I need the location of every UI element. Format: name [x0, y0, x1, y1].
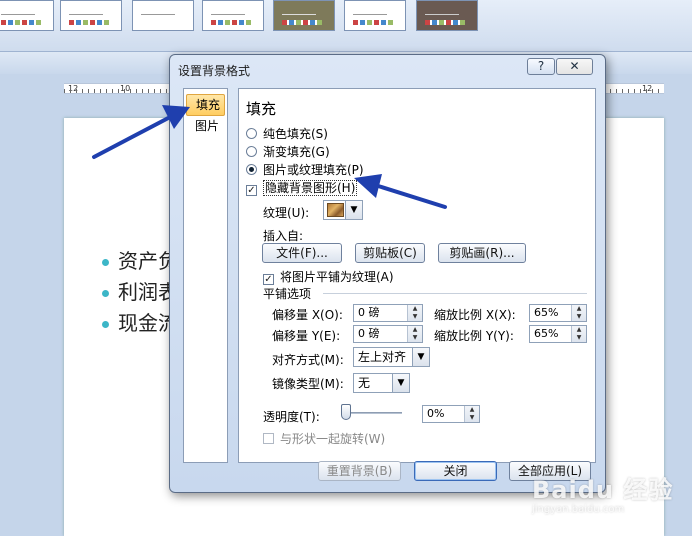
spinner-arrows-icon[interactable]: ▲ ▼ [571, 305, 586, 321]
slide-bullet: 现金流 [102, 311, 178, 335]
alignment-select[interactable]: 左上对齐 ▼ [353, 347, 430, 367]
radio-solid-fill[interactable]: 纯色填充(S) [246, 125, 328, 142]
format-background-dialog: 设置背景格式 ? ✕ 填充 图片 填充 纯色填充(S) 渐变填充(G) 图片或纹… [169, 54, 606, 493]
scale-y-spinner[interactable]: 65% ▲ ▼ [529, 325, 587, 343]
chevron-down-icon: ▼ [392, 374, 409, 392]
clipboard-button[interactable]: 剪贴板(C) [355, 243, 425, 263]
mirror-type-label: 镜像类型(M): [272, 377, 344, 391]
slide-bullet: 资产负 [102, 249, 178, 273]
spinner-arrows-icon[interactable]: ▲ ▼ [571, 326, 586, 342]
rotate-with-shape-checkbox[interactable]: 与形状一起旋转(W) [263, 430, 385, 447]
scale-x-label: 缩放比例 X(X): [434, 308, 516, 322]
theme-thumbnail[interactable] [416, 0, 478, 31]
slide-bullet: 利润表 [102, 280, 178, 304]
scale-y-label: 缩放比例 Y(Y): [434, 329, 514, 343]
spinner-arrows-icon[interactable]: ▲ ▼ [407, 326, 422, 342]
tile-options-label: 平铺选项 [263, 287, 312, 301]
transparency-label: 透明度(T): [263, 410, 320, 424]
spinner-arrows-icon[interactable]: ▲ ▼ [464, 406, 479, 422]
ribbon-design-themes [0, 0, 692, 52]
mirror-type-select[interactable]: 无 ▼ [353, 373, 410, 393]
scale-x-spinner[interactable]: 65% ▲ ▼ [529, 304, 587, 322]
transparency-slider-track[interactable] [342, 412, 402, 414]
offset-x-spinner[interactable]: 0 磅 ▲ ▼ [353, 304, 423, 322]
help-button[interactable]: ? [527, 58, 555, 75]
spinner-arrows-icon[interactable]: ▲ ▼ [407, 305, 422, 321]
group-divider [323, 293, 587, 294]
texture-swatch-icon [327, 203, 344, 217]
theme-thumbnail[interactable] [60, 0, 122, 31]
radio-gradient-fill[interactable]: 渐变填充(G) [246, 143, 330, 160]
hide-background-checkbox[interactable]: ✓ 隐藏背景图形(H) [246, 179, 358, 196]
checkbox-icon [263, 433, 274, 444]
file-button[interactable]: 文件(F)... [262, 243, 342, 263]
radio-picture-texture-fill[interactable]: 图片或纹理填充(P) [246, 161, 364, 178]
fill-panel: 填充 纯色填充(S) 渐变填充(G) 图片或纹理填充(P) ✓ 隐藏背景图形(H)… [238, 88, 596, 463]
theme-thumbnail[interactable] [273, 0, 335, 31]
chevron-down-icon: ▼ [412, 348, 429, 366]
theme-thumbnail[interactable] [0, 0, 54, 31]
tile-as-texture-checkbox[interactable]: ✓ 将图片平铺为纹理(A) [263, 268, 394, 285]
checkmark-icon: ✓ [246, 185, 257, 196]
annotation-arrow-icon [92, 105, 190, 159]
transparency-slider-thumb[interactable] [341, 404, 351, 420]
offset-y-spinner[interactable]: 0 磅 ▲ ▼ [353, 325, 423, 343]
offset-y-label: 偏移量 Y(E): [272, 329, 341, 343]
texture-label: 纹理(U): [263, 206, 310, 220]
insert-from-label: 插入自: [263, 229, 304, 243]
radio-icon [246, 146, 257, 157]
transparency-spinner[interactable]: 0% ▲ ▼ [422, 405, 480, 423]
theme-thumbnail[interactable] [202, 0, 264, 31]
watermark-logo: Baidu 经验 jingyan.baidu.com [532, 476, 674, 515]
close-button[interactable]: 关闭 [414, 461, 497, 481]
offset-x-label: 偏移量 X(O): [272, 308, 343, 322]
theme-thumbnail[interactable] [344, 0, 406, 31]
checkmark-icon: ✓ [263, 274, 274, 285]
annotation-arrow-icon [354, 174, 447, 209]
theme-thumbnail[interactable] [132, 0, 194, 31]
alignment-label: 对齐方式(M): [272, 353, 344, 367]
clipart-button[interactable]: 剪贴画(R)... [438, 243, 526, 263]
radio-selected-icon [246, 164, 257, 175]
radio-icon [246, 128, 257, 139]
reset-background-button[interactable]: 重置背景(B) [318, 461, 401, 481]
section-title: 填充 [246, 100, 277, 118]
close-icon[interactable]: ✕ [556, 58, 593, 75]
dialog-title: 设置背景格式 [178, 64, 251, 78]
